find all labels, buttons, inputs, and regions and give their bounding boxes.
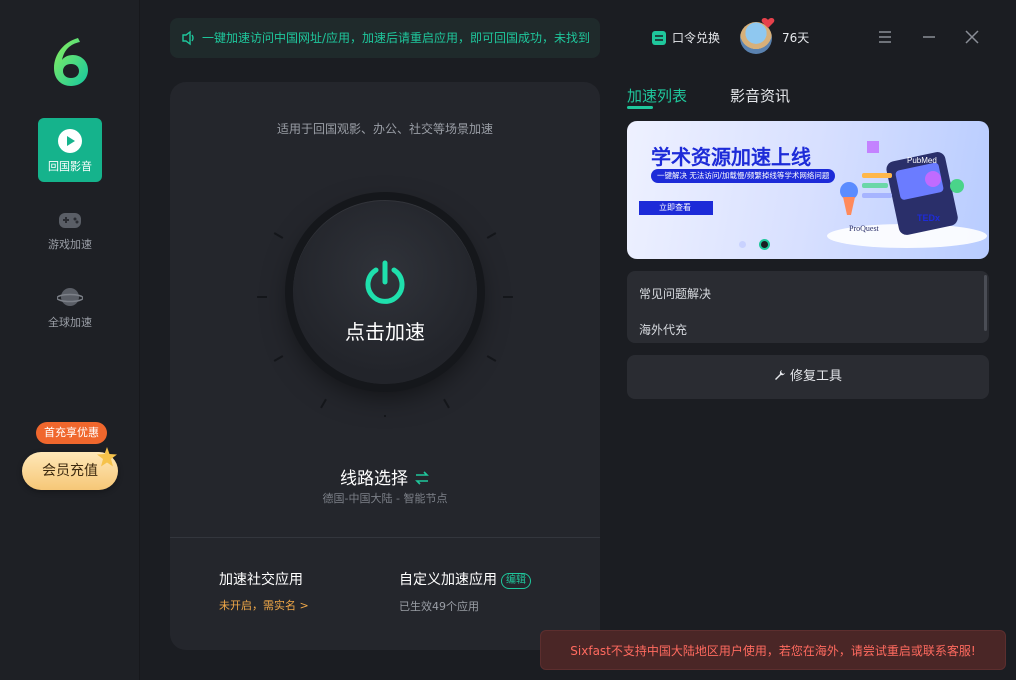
faq-list: 常见问题解决 海外代充	[627, 271, 989, 343]
banner-illustration: PubMed ProQuest TEDx	[827, 141, 987, 248]
social-apps-status[interactable]: 未开启，需实名 >	[219, 597, 309, 613]
dial-tick	[320, 398, 327, 409]
tab-media-news[interactable]: 影音资讯	[730, 85, 790, 106]
route-subtitle: 德国-中国大陆 - 智能节点	[322, 492, 448, 505]
banner-title: 学术资源加速上线	[651, 145, 811, 169]
dial-tick	[486, 232, 497, 239]
divider	[170, 537, 600, 538]
repair-label: 修复工具	[789, 369, 842, 384]
gamepad-icon	[59, 213, 81, 228]
app-logo-icon	[54, 38, 88, 86]
custom-apps-title[interactable]: 自定义加速应用 编辑	[399, 569, 531, 589]
star-icon	[97, 447, 117, 467]
redeem-code-button[interactable]: 口令兑换	[652, 28, 720, 48]
notice-text: 一键加速访问中国网址/应用，加速后请重启应用，即可回国成功，未找到	[202, 31, 591, 45]
faq-item-common-issues[interactable]: 常见问题解决	[639, 285, 711, 302]
swap-icon	[415, 471, 429, 485]
tedx-logo: TEDx	[917, 213, 940, 223]
close-icon[interactable]	[963, 28, 981, 46]
power-icon	[365, 260, 405, 304]
repair-tool-button[interactable]: 修复工具	[627, 355, 989, 399]
dial-tick	[443, 398, 450, 409]
route-title: 线路选择	[340, 469, 408, 489]
error-toast: Sixfast不支持中国大陆地区用户使用，若您在海外，请尝试重启或联系客服!	[540, 630, 1006, 670]
dial-tick	[486, 355, 497, 362]
sidebar-item-game[interactable]: 游戏加速	[38, 196, 102, 260]
tab-accelerate-list[interactable]: 加速列表	[627, 85, 687, 106]
social-apps-title[interactable]: 加速社交应用	[219, 569, 303, 589]
accelerate-panel: 适用于回国观影、办公、社交等场景加速 点击加速 线路选择 德国-中国大陆 - 智…	[170, 82, 600, 650]
sidebar-item-label: 全球加速	[48, 316, 92, 329]
heart-icon	[761, 18, 775, 28]
dial-tick	[273, 355, 284, 362]
faq-item-overseas-topup[interactable]: 海外代充	[639, 321, 687, 338]
scrollbar[interactable]	[984, 275, 987, 331]
speaker-icon	[182, 30, 194, 46]
notice-bar: 一键加速访问中国网址/应用，加速后请重启应用，即可回国成功，未找到	[170, 18, 600, 58]
accelerate-label: 点击加速	[345, 320, 425, 344]
promo-badge: 首充享优惠	[36, 422, 107, 444]
redeem-label: 口令兑换	[672, 31, 721, 45]
carousel-dot-active[interactable]	[761, 241, 768, 248]
dial-tick	[273, 232, 284, 239]
planet-icon	[57, 288, 83, 306]
sidebar-item-label: 游戏加速	[48, 238, 92, 251]
custom-apps-status: 已生效49个应用	[399, 600, 479, 613]
sidebar-item-global[interactable]: 全球加速	[38, 274, 102, 338]
banner-cta-button[interactable]: 立即查看	[639, 201, 713, 215]
play-icon	[58, 129, 82, 153]
pubmed-logo: PubMed	[907, 156, 937, 165]
minimize-icon[interactable]	[920, 28, 938, 46]
sidebar-item-video[interactable]: 回国影音	[38, 118, 102, 182]
wrench-icon	[774, 370, 785, 380]
custom-apps-label: 自定义加速应用	[399, 572, 497, 588]
tab-underline	[627, 106, 653, 109]
ticket-icon	[652, 31, 666, 45]
proquest-logo: ProQuest	[849, 224, 880, 233]
sidebar: 回国影音 游戏加速 全球加速 首充享优惠 会员充值	[0, 0, 140, 680]
carousel-dot[interactable]	[739, 241, 746, 248]
promo-banner[interactable]: 学术资源加速上线 一键解决 无法访问/加载慢/频繁掉线等学术网络问题 立即查看 …	[627, 121, 989, 259]
edit-button[interactable]: 编辑	[501, 573, 531, 589]
panel-subtitle: 适用于回国观影、办公、社交等场景加速	[276, 122, 493, 136]
sidebar-item-label: 回国影音	[48, 160, 92, 173]
member-days: 76天	[782, 31, 810, 45]
menu-icon[interactable]	[876, 28, 894, 46]
route-select[interactable]: 线路选择	[170, 464, 600, 489]
